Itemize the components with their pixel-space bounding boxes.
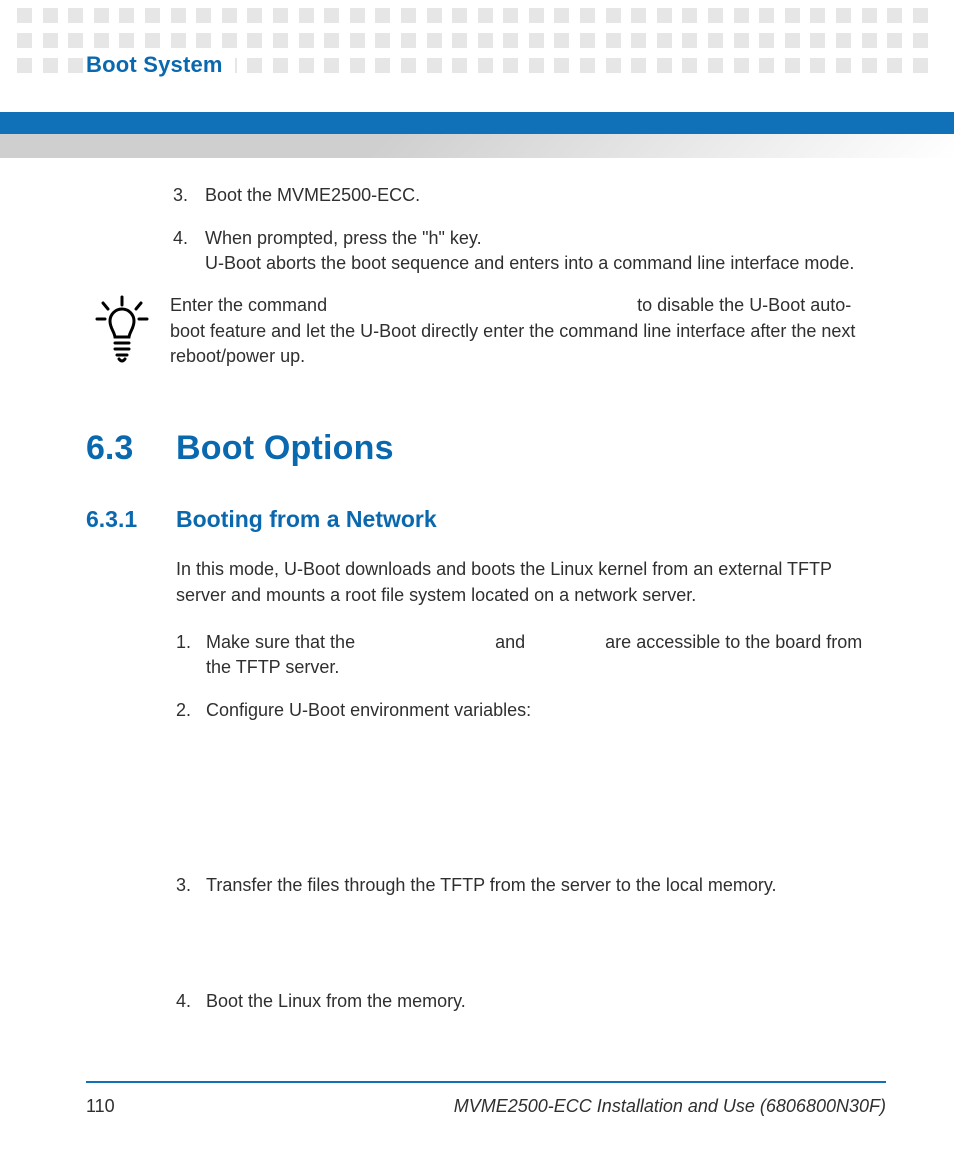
intro-paragraph: In this mode, U-Boot downloads and boots… bbox=[176, 557, 886, 607]
subsection-title: Booting from a Network bbox=[176, 506, 437, 533]
section-title: Boot Options bbox=[176, 429, 394, 468]
lightbulb-icon bbox=[86, 293, 158, 369]
section-heading: 6.3 Boot Options bbox=[86, 429, 886, 468]
step-text-mid: and bbox=[495, 632, 530, 652]
subsection-heading: 6.3.1 Booting from a Network bbox=[86, 506, 886, 533]
step-text-line1: When prompted, press the "h" key. bbox=[205, 228, 482, 248]
content-area: 3. Boot the MVME2500-ECC. 4. When prompt… bbox=[86, 183, 886, 1014]
dot-row bbox=[0, 33, 954, 48]
header-gray-fade bbox=[0, 134, 954, 158]
net-step-4: 4. Boot the Linux from the memory. bbox=[176, 989, 886, 1014]
step-number: 4. bbox=[176, 989, 191, 1014]
step-text: Boot the MVME2500-ECC. bbox=[205, 185, 420, 205]
step-text-pre: Make sure that the bbox=[206, 632, 360, 652]
subsection-number: 6.3.1 bbox=[86, 506, 176, 533]
net-step-3: 3. Transfer the files through the TFTP f… bbox=[176, 873, 886, 898]
step-text: Transfer the files through the TFTP from… bbox=[206, 875, 777, 895]
section-number: 6.3 bbox=[86, 429, 176, 468]
net-step-2: 2. Configure U-Boot environment variable… bbox=[176, 698, 886, 723]
network-step-list: 1. Make sure that the and are accessible… bbox=[176, 630, 886, 1014]
document-page: Boot System 3. Boot the MVME2500-ECC. 4.… bbox=[0, 8, 954, 1153]
step-number: 2. bbox=[176, 698, 191, 723]
net-step-1: 1. Make sure that the and are accessible… bbox=[176, 630, 886, 680]
header-blue-bar bbox=[0, 112, 954, 134]
step-item-3: 3. Boot the MVME2500-ECC. bbox=[173, 183, 886, 208]
page-title-wrap: Boot System bbox=[86, 52, 235, 84]
step-number: 4. bbox=[173, 226, 188, 251]
step-text-line2: U-Boot aborts the boot sequence and ente… bbox=[205, 253, 854, 273]
top-step-list: 3. Boot the MVME2500-ECC. 4. When prompt… bbox=[173, 183, 886, 275]
step-number: 3. bbox=[173, 183, 188, 208]
step-text: Boot the Linux from the memory. bbox=[206, 991, 466, 1011]
footer-rule bbox=[86, 1081, 886, 1083]
tip-block: Enter the command to disable the U-Boot … bbox=[86, 293, 886, 369]
step-item-4: 4. When prompted, press the "h" key. U-B… bbox=[173, 226, 886, 276]
step-text: Configure U-Boot environment variables: bbox=[206, 700, 531, 720]
dot-row bbox=[0, 8, 954, 23]
document-reference: MVME2500-ECC Installation and Use (68068… bbox=[454, 1096, 886, 1117]
page-number: 110 bbox=[86, 1096, 115, 1117]
step-number: 1. bbox=[176, 630, 191, 655]
footer: 110 MVME2500-ECC Installation and Use (6… bbox=[86, 1096, 886, 1117]
step-number: 3. bbox=[176, 873, 191, 898]
tip-text: Enter the command to disable the U-Boot … bbox=[158, 293, 886, 369]
page-title: Boot System bbox=[86, 52, 223, 78]
tip-text-pre: Enter the command bbox=[170, 295, 332, 315]
